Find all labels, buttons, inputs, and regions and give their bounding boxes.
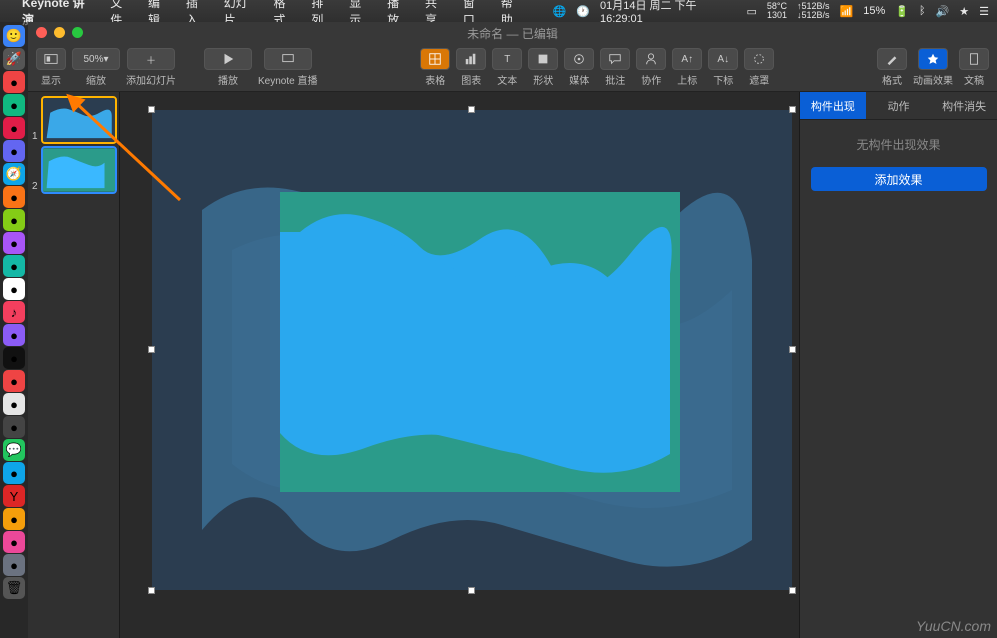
status-network: ↑512B/s ↓512B/s	[797, 2, 830, 20]
dock-wechat-icon[interactable]: 💬	[3, 439, 25, 461]
inspector-tab-build-in[interactable]: 构件出现	[800, 92, 866, 120]
window-close-button[interactable]	[36, 27, 47, 38]
macos-dock: 🙂 🚀 ● ● ● ● 🧭 ● ● ● ● ● ♪ ● ● ● ● ● 💬 ● …	[0, 22, 28, 638]
resize-handle[interactable]	[468, 587, 475, 594]
status-wifi-icon[interactable]: 📶	[840, 5, 854, 18]
toolbar-view-button[interactable]: 显示	[36, 48, 66, 87]
toolbar-format-button[interactable]: 格式	[877, 48, 907, 87]
resize-handle[interactable]	[789, 346, 796, 353]
dock-app-icon[interactable]: ●	[3, 71, 25, 93]
toolbar-shape-button[interactable]: 形状	[528, 48, 558, 87]
status-volume-icon[interactable]: 🔊	[936, 5, 950, 18]
dock-app-icon[interactable]: ●	[3, 209, 25, 231]
resize-handle[interactable]	[789, 106, 796, 113]
dock-app-icon[interactable]: ●	[3, 462, 25, 484]
status-menu-icon[interactable]: ☰	[979, 5, 989, 18]
dock-app-icon[interactable]: ●	[3, 255, 25, 277]
watermark: YuuCN.com	[916, 618, 991, 634]
dock-music-icon[interactable]: ♪	[3, 301, 25, 323]
status-clock-icon[interactable]: 🕐	[576, 5, 590, 18]
dock-launchpad-icon[interactable]: 🚀	[3, 48, 25, 70]
dock-app-icon[interactable]: ●	[3, 278, 25, 300]
resize-handle[interactable]	[789, 587, 796, 594]
toolbar-chart-button[interactable]: 图表	[456, 48, 486, 87]
toolbar-keynote-live-button[interactable]: Keynote 直播	[258, 48, 317, 87]
macos-menubar: Keynote 讲演 文件 编辑 插入 幻灯片 格式 排列 显示 播放 共享 窗…	[0, 0, 997, 22]
slide-canvas[interactable]	[120, 92, 799, 638]
dock-app-icon[interactable]: ●	[3, 393, 25, 415]
map-foreground-image	[280, 192, 680, 492]
status-globe-icon[interactable]: 🌐	[553, 5, 567, 18]
dock-safari-icon[interactable]: 🧭	[3, 163, 25, 185]
status-display-icon[interactable]: ▭	[746, 5, 756, 18]
inspector-tab-action[interactable]: 动作	[866, 92, 932, 120]
dock-app-icon[interactable]: ●	[3, 416, 25, 438]
toolbar-play-button[interactable]: 播放	[204, 48, 252, 87]
toolbar-add-slide-button[interactable]: ＋ 添加幻灯片	[126, 48, 176, 87]
dock-yandex-icon[interactable]: Y	[3, 485, 25, 507]
dock-finder-icon[interactable]: 🙂	[3, 25, 25, 47]
dock-app-icon[interactable]: ●	[3, 117, 25, 139]
slide-navigator[interactable]: 1 2	[28, 92, 120, 638]
status-battery-pct: 15%	[863, 5, 885, 17]
status-battery-icon[interactable]: 🔋	[895, 5, 909, 18]
toolbar-mask-button[interactable]: 遮罩	[744, 48, 774, 87]
inspector-empty-message: 无构件出现效果	[856, 136, 940, 153]
resize-handle[interactable]	[148, 587, 155, 594]
toolbar-collaborate-button[interactable]: 协作	[636, 48, 666, 87]
slide-thumbnail-2[interactable]: 2	[32, 148, 115, 192]
resize-handle[interactable]	[468, 106, 475, 113]
toolbar-zoom-select[interactable]: 50% ▾ 缩放	[72, 48, 120, 87]
dock-app-icon[interactable]: ●	[3, 531, 25, 553]
resize-handle[interactable]	[148, 106, 155, 113]
dock-app-icon[interactable]: ●	[3, 324, 25, 346]
dock-app-icon[interactable]: ●	[3, 232, 25, 254]
slide[interactable]	[152, 110, 792, 590]
dock-app-icon[interactable]: ●	[3, 370, 25, 392]
dock-trash-icon[interactable]: 🗑	[3, 577, 25, 599]
status-temp: 58°C 1301	[767, 2, 787, 20]
status-star-icon[interactable]: ★	[959, 5, 969, 18]
dock-app-icon[interactable]: ●	[3, 508, 25, 530]
dock-app-icon[interactable]: ●	[3, 186, 25, 208]
window-titlebar[interactable]: 未命名 — 已编辑	[28, 22, 997, 44]
window-maximize-button[interactable]	[72, 27, 83, 38]
window-title: 未命名 — 已编辑	[467, 25, 558, 42]
inspector-tab-build-out[interactable]: 构件消失	[931, 92, 997, 120]
window-minimize-button[interactable]	[54, 27, 65, 38]
slide-thumbnail-1[interactable]: 1	[32, 98, 115, 142]
toolbar-subscript-button[interactable]: A↓ 下标	[708, 48, 738, 87]
toolbar-document-button[interactable]: 文稿	[959, 48, 989, 87]
dock-app-icon[interactable]: ●	[3, 347, 25, 369]
toolbar-table-button[interactable]: 表格	[420, 48, 450, 87]
dock-app-icon[interactable]: ●	[3, 94, 25, 116]
toolbar-comment-button[interactable]: 批注	[600, 48, 630, 87]
toolbar-text-button[interactable]: T 文本	[492, 48, 522, 87]
inspector-panel: 构件出现 动作 构件消失 无构件出现效果 添加效果	[799, 92, 997, 638]
dock-app-icon[interactable]: ●	[3, 554, 25, 576]
keynote-window: 未命名 — 已编辑 显示 50% ▾ 缩放 ＋ 添加幻灯片 播放 Keynote…	[28, 22, 997, 638]
dock-app-icon[interactable]: ●	[3, 140, 25, 162]
add-effect-button[interactable]: 添加效果	[811, 167, 987, 191]
resize-handle[interactable]	[148, 346, 155, 353]
selected-shape[interactable]	[280, 192, 680, 492]
toolbar-superscript-button[interactable]: A↑ 上标	[672, 48, 702, 87]
toolbar-media-button[interactable]: 媒体	[564, 48, 594, 87]
toolbar-animate-button[interactable]: 动画效果	[913, 48, 953, 87]
status-bluetooth-icon[interactable]: ᛒ	[919, 5, 926, 17]
toolbar: 显示 50% ▾ 缩放 ＋ 添加幻灯片 播放 Keynote 直播 表格 图表	[28, 44, 997, 92]
